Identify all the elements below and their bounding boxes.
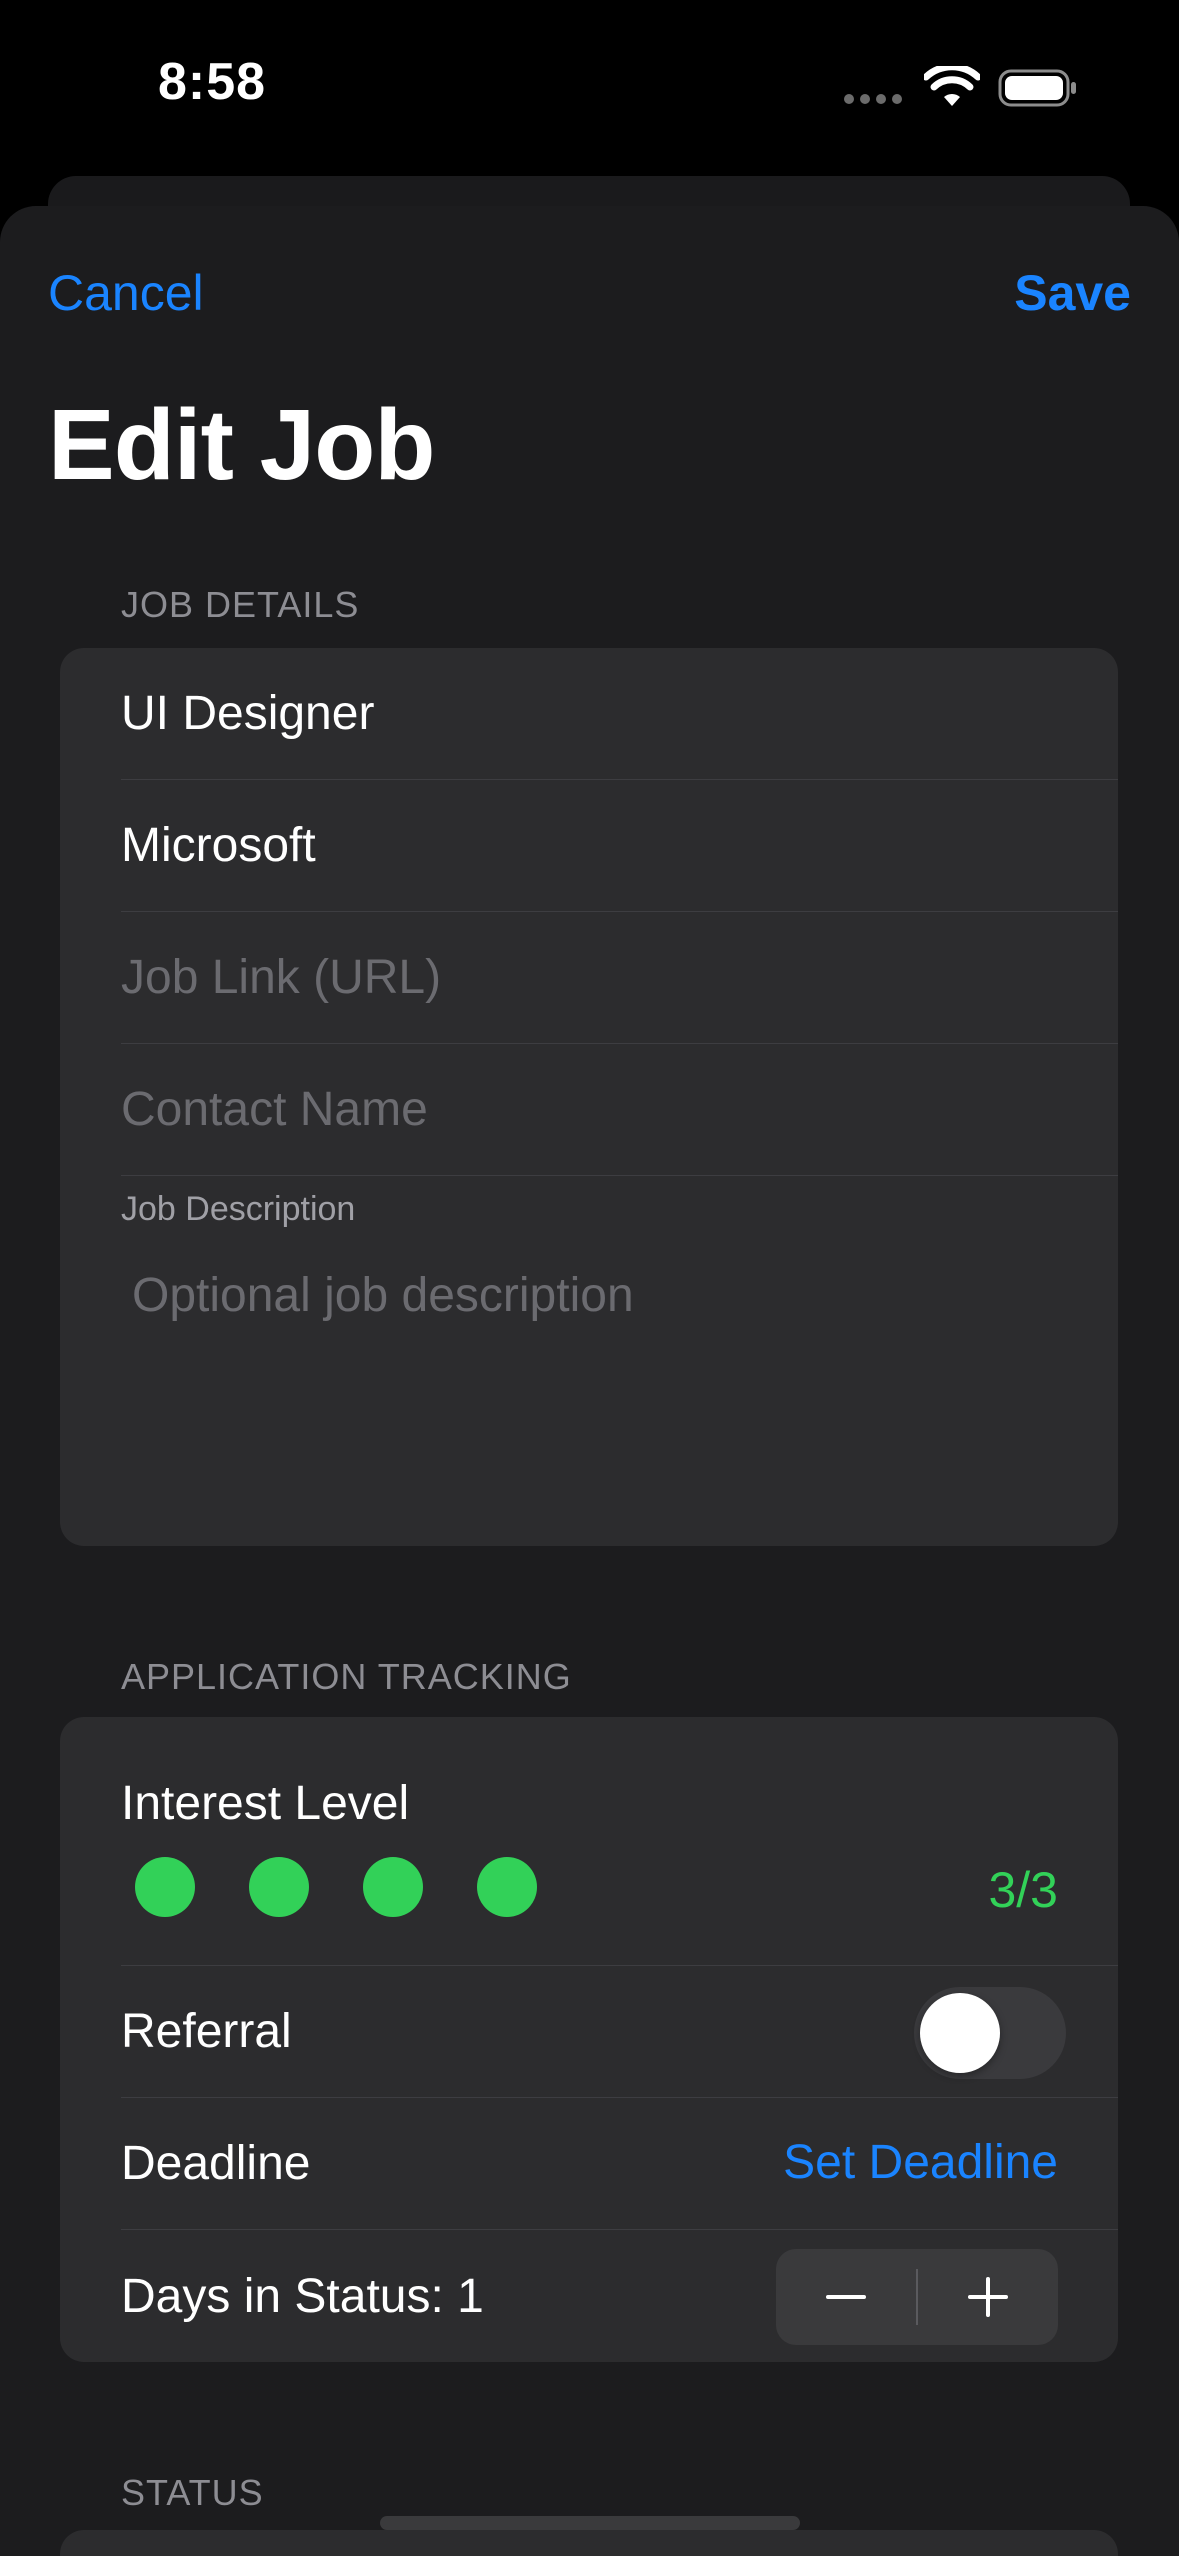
- toggle-knob: [920, 1993, 1000, 2073]
- days-in-status-label: Days in Status: 1: [121, 2269, 484, 2323]
- decrement-button[interactable]: [776, 2249, 916, 2345]
- company-field[interactable]: [121, 818, 1021, 873]
- battery-icon: [998, 69, 1076, 107]
- status-card: [60, 2530, 1118, 2556]
- status-bar: 8:58: [0, 0, 1179, 175]
- home-indicator[interactable]: [380, 2516, 800, 2530]
- contact-name-field[interactable]: [121, 1082, 1021, 1137]
- job-description-label: Job Description: [121, 1190, 356, 1228]
- minus-icon: [826, 2295, 866, 2299]
- job-title-row: [121, 648, 1118, 779]
- referral-toggle[interactable]: [914, 1987, 1066, 2079]
- save-button[interactable]: Save: [1014, 264, 1131, 322]
- application-tracking-header: APPLICATION TRACKING: [121, 1656, 572, 1697]
- job-title-field[interactable]: [121, 686, 1021, 741]
- application-tracking-card: Interest Level 3/3 Referral Deadline Set…: [60, 1717, 1118, 2362]
- wifi-icon: [924, 66, 980, 106]
- divider: [121, 1175, 1118, 1176]
- contact-name-row: [121, 1044, 1118, 1175]
- cellular-signal-icon: [844, 94, 902, 104]
- referral-label: Referral: [121, 2005, 292, 2058]
- job-link-row: [121, 912, 1118, 1043]
- job-details-header: JOB DETAILS: [121, 584, 360, 625]
- page-title: Edit Job: [48, 389, 435, 501]
- company-row: [121, 780, 1118, 911]
- interest-level-label: Interest Level: [121, 1776, 410, 1830]
- cancel-button[interactable]: Cancel: [48, 264, 204, 322]
- interest-dot[interactable]: [477, 1857, 537, 1917]
- set-deadline-button[interactable]: Set Deadline: [783, 2135, 1058, 2190]
- status-time: 8:58: [158, 53, 267, 111]
- interest-dot[interactable]: [363, 1857, 423, 1917]
- interest-dot[interactable]: [135, 1857, 195, 1917]
- interest-level-value: 3/3: [988, 1862, 1058, 1918]
- days-stepper: [776, 2249, 1058, 2345]
- job-details-card: Job Description: [60, 648, 1118, 1546]
- increment-button[interactable]: [918, 2249, 1058, 2345]
- deadline-label: Deadline: [121, 2137, 311, 2190]
- job-description-field[interactable]: [132, 1268, 1092, 1518]
- interest-dot[interactable]: [249, 1857, 309, 1917]
- plus-icon: [968, 2277, 1008, 2317]
- job-link-field[interactable]: [121, 950, 1021, 1005]
- status-header: STATUS: [121, 2472, 264, 2513]
- screen: 8:58 Cancel Save Edit Job JOB DETAILS UI…: [0, 0, 1179, 2556]
